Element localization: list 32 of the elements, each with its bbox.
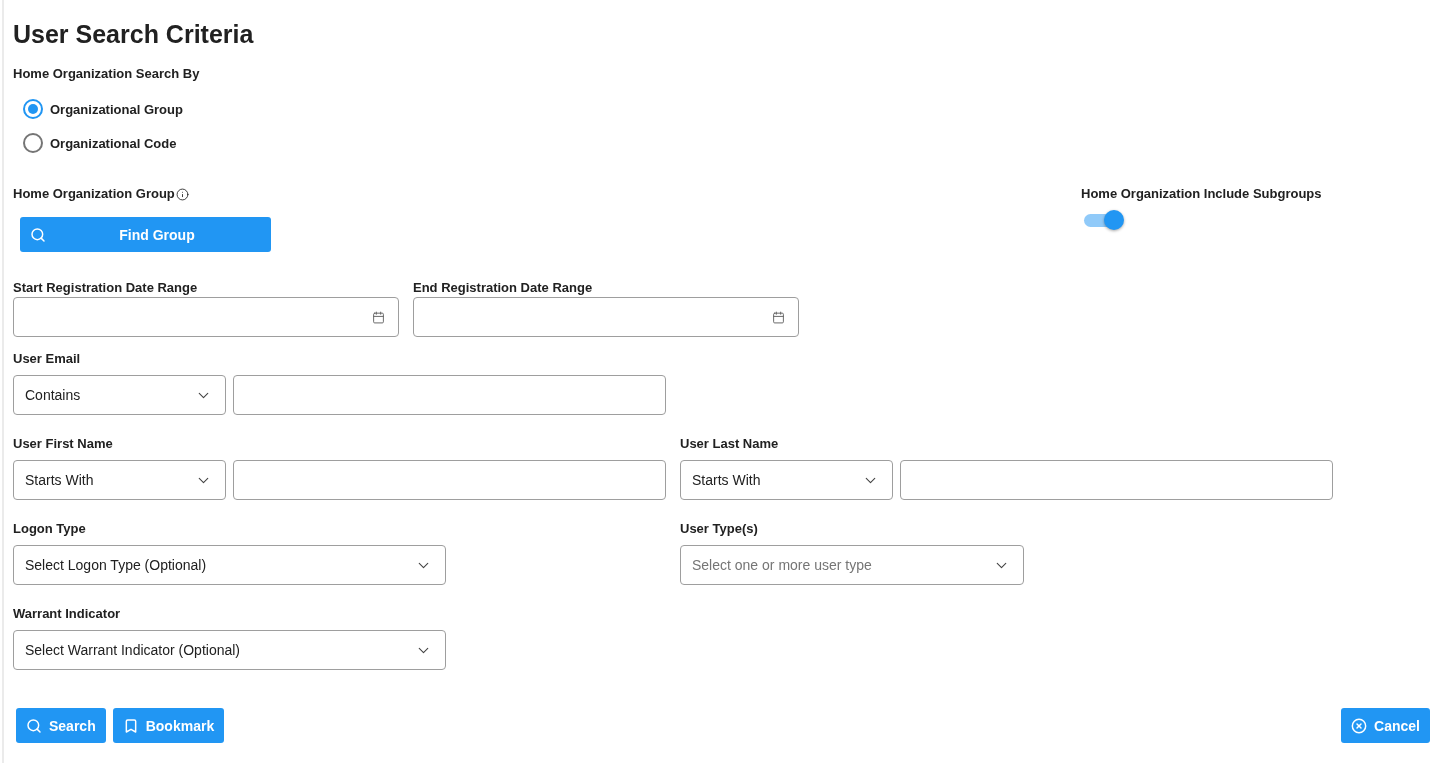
toggle-switch[interactable]: [1084, 210, 1125, 230]
radio-option[interactable]: Organizational Code: [23, 126, 177, 160]
text-input[interactable]: [233, 460, 666, 500]
field-label: User Last Name: [680, 436, 779, 452]
field-label: Logon Type: [13, 521, 86, 537]
page-title: User Search Criteria: [13, 19, 254, 50]
search-icon: [26, 717, 42, 734]
circle-x-icon: [1351, 717, 1368, 734]
operator-select[interactable]: Starts With: [13, 460, 226, 500]
text-input[interactable]: [900, 460, 1333, 500]
field-label: User First Name: [13, 436, 113, 452]
field-label: End Registration Date Range: [413, 280, 593, 296]
field-label: Home Organization Include Subgroups: [1081, 186, 1322, 202]
operator-select[interactable]: Starts With: [680, 460, 893, 500]
field-label: Home Organization Group: [13, 186, 175, 202]
field-label: Warrant Indicator: [13, 606, 121, 622]
field-label: User Email: [13, 351, 81, 367]
calendar-icon: [372, 310, 385, 324]
search-icon: [30, 226, 46, 243]
date-field[interactable]: [413, 297, 799, 337]
info-icon[interactable]: [175, 187, 189, 201]
section-label: Home Organization Search By: [13, 66, 200, 82]
field-label: Start Registration Date Range: [13, 280, 198, 296]
field-label: User Type(s): [680, 521, 758, 537]
operator-select[interactable]: Contains: [13, 375, 226, 415]
dropdown-select[interactable]: Select Logon Type (Optional): [13, 545, 446, 585]
dropdown-select[interactable]: Select one or more user type: [680, 545, 1024, 585]
radio-option[interactable]: Organizational Group: [23, 92, 183, 126]
calendar-icon: [772, 310, 785, 324]
date-field[interactable]: [13, 297, 399, 337]
dropdown-select[interactable]: Select Warrant Indicator (Optional): [13, 630, 446, 670]
text-input[interactable]: [233, 375, 666, 415]
